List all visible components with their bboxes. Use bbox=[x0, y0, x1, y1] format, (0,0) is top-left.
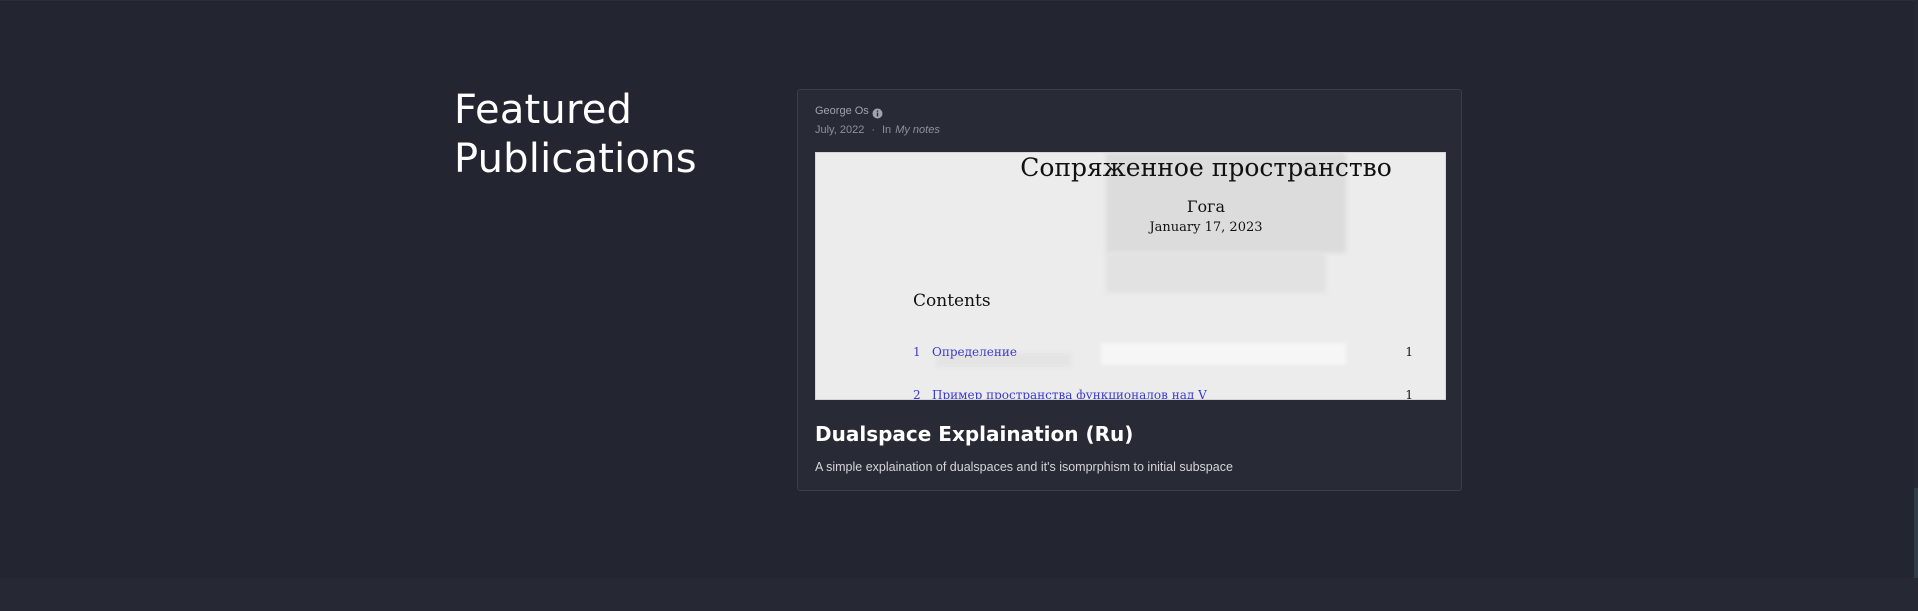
publication-date: July, 2022 bbox=[815, 124, 865, 136]
toc-row: 2 Пример пространства функционалов над V… bbox=[913, 388, 1413, 400]
publication-card[interactable]: George Os July, 2022 · In My notes Сопря… bbox=[797, 89, 1462, 491]
publication-summary: A simple explaination of dualspaces and … bbox=[815, 460, 1233, 474]
section-title: Featured Publications bbox=[454, 87, 697, 182]
toc-page: 1 bbox=[1405, 388, 1413, 400]
publication-title[interactable]: Dualspace Explaination (Ru) bbox=[815, 422, 1133, 446]
footer-band bbox=[0, 578, 1918, 611]
info-icon[interactable] bbox=[872, 106, 883, 118]
blur-region bbox=[1106, 253, 1326, 293]
page: Featured Publications George Os July, 20… bbox=[0, 0, 1918, 611]
author-row: George Os bbox=[815, 105, 883, 118]
toc-row: 1 Определение 1 bbox=[913, 345, 1413, 361]
meta-separator: · bbox=[871, 124, 875, 136]
author-link[interactable]: George Os bbox=[815, 105, 869, 117]
toc-page: 1 bbox=[1405, 345, 1413, 359]
scrollbar-thumb[interactable] bbox=[1914, 488, 1918, 578]
doc-author: Гога bbox=[1186, 197, 1226, 216]
publication-name: My notes bbox=[895, 124, 940, 136]
doc-contents-heading: Contents bbox=[913, 291, 991, 311]
toc-text: Пример пространства функционалов над V bbox=[932, 388, 1207, 400]
top-divider bbox=[0, 0, 1918, 1]
publication-venue: In My notes bbox=[882, 124, 940, 136]
doc-date: January 17, 2023 bbox=[1149, 220, 1263, 235]
toc-text: Определение bbox=[932, 345, 1017, 359]
doc-title: Сопряженное пространство bbox=[1020, 153, 1392, 182]
publication-meta: July, 2022 · In My notes bbox=[815, 124, 940, 136]
toc-number: 1 bbox=[913, 345, 921, 359]
publication-thumbnail[interactable]: Сопряженное пространство Гога January 17… bbox=[815, 152, 1446, 400]
toc-number: 2 bbox=[913, 388, 921, 400]
in-label: In bbox=[882, 124, 892, 136]
